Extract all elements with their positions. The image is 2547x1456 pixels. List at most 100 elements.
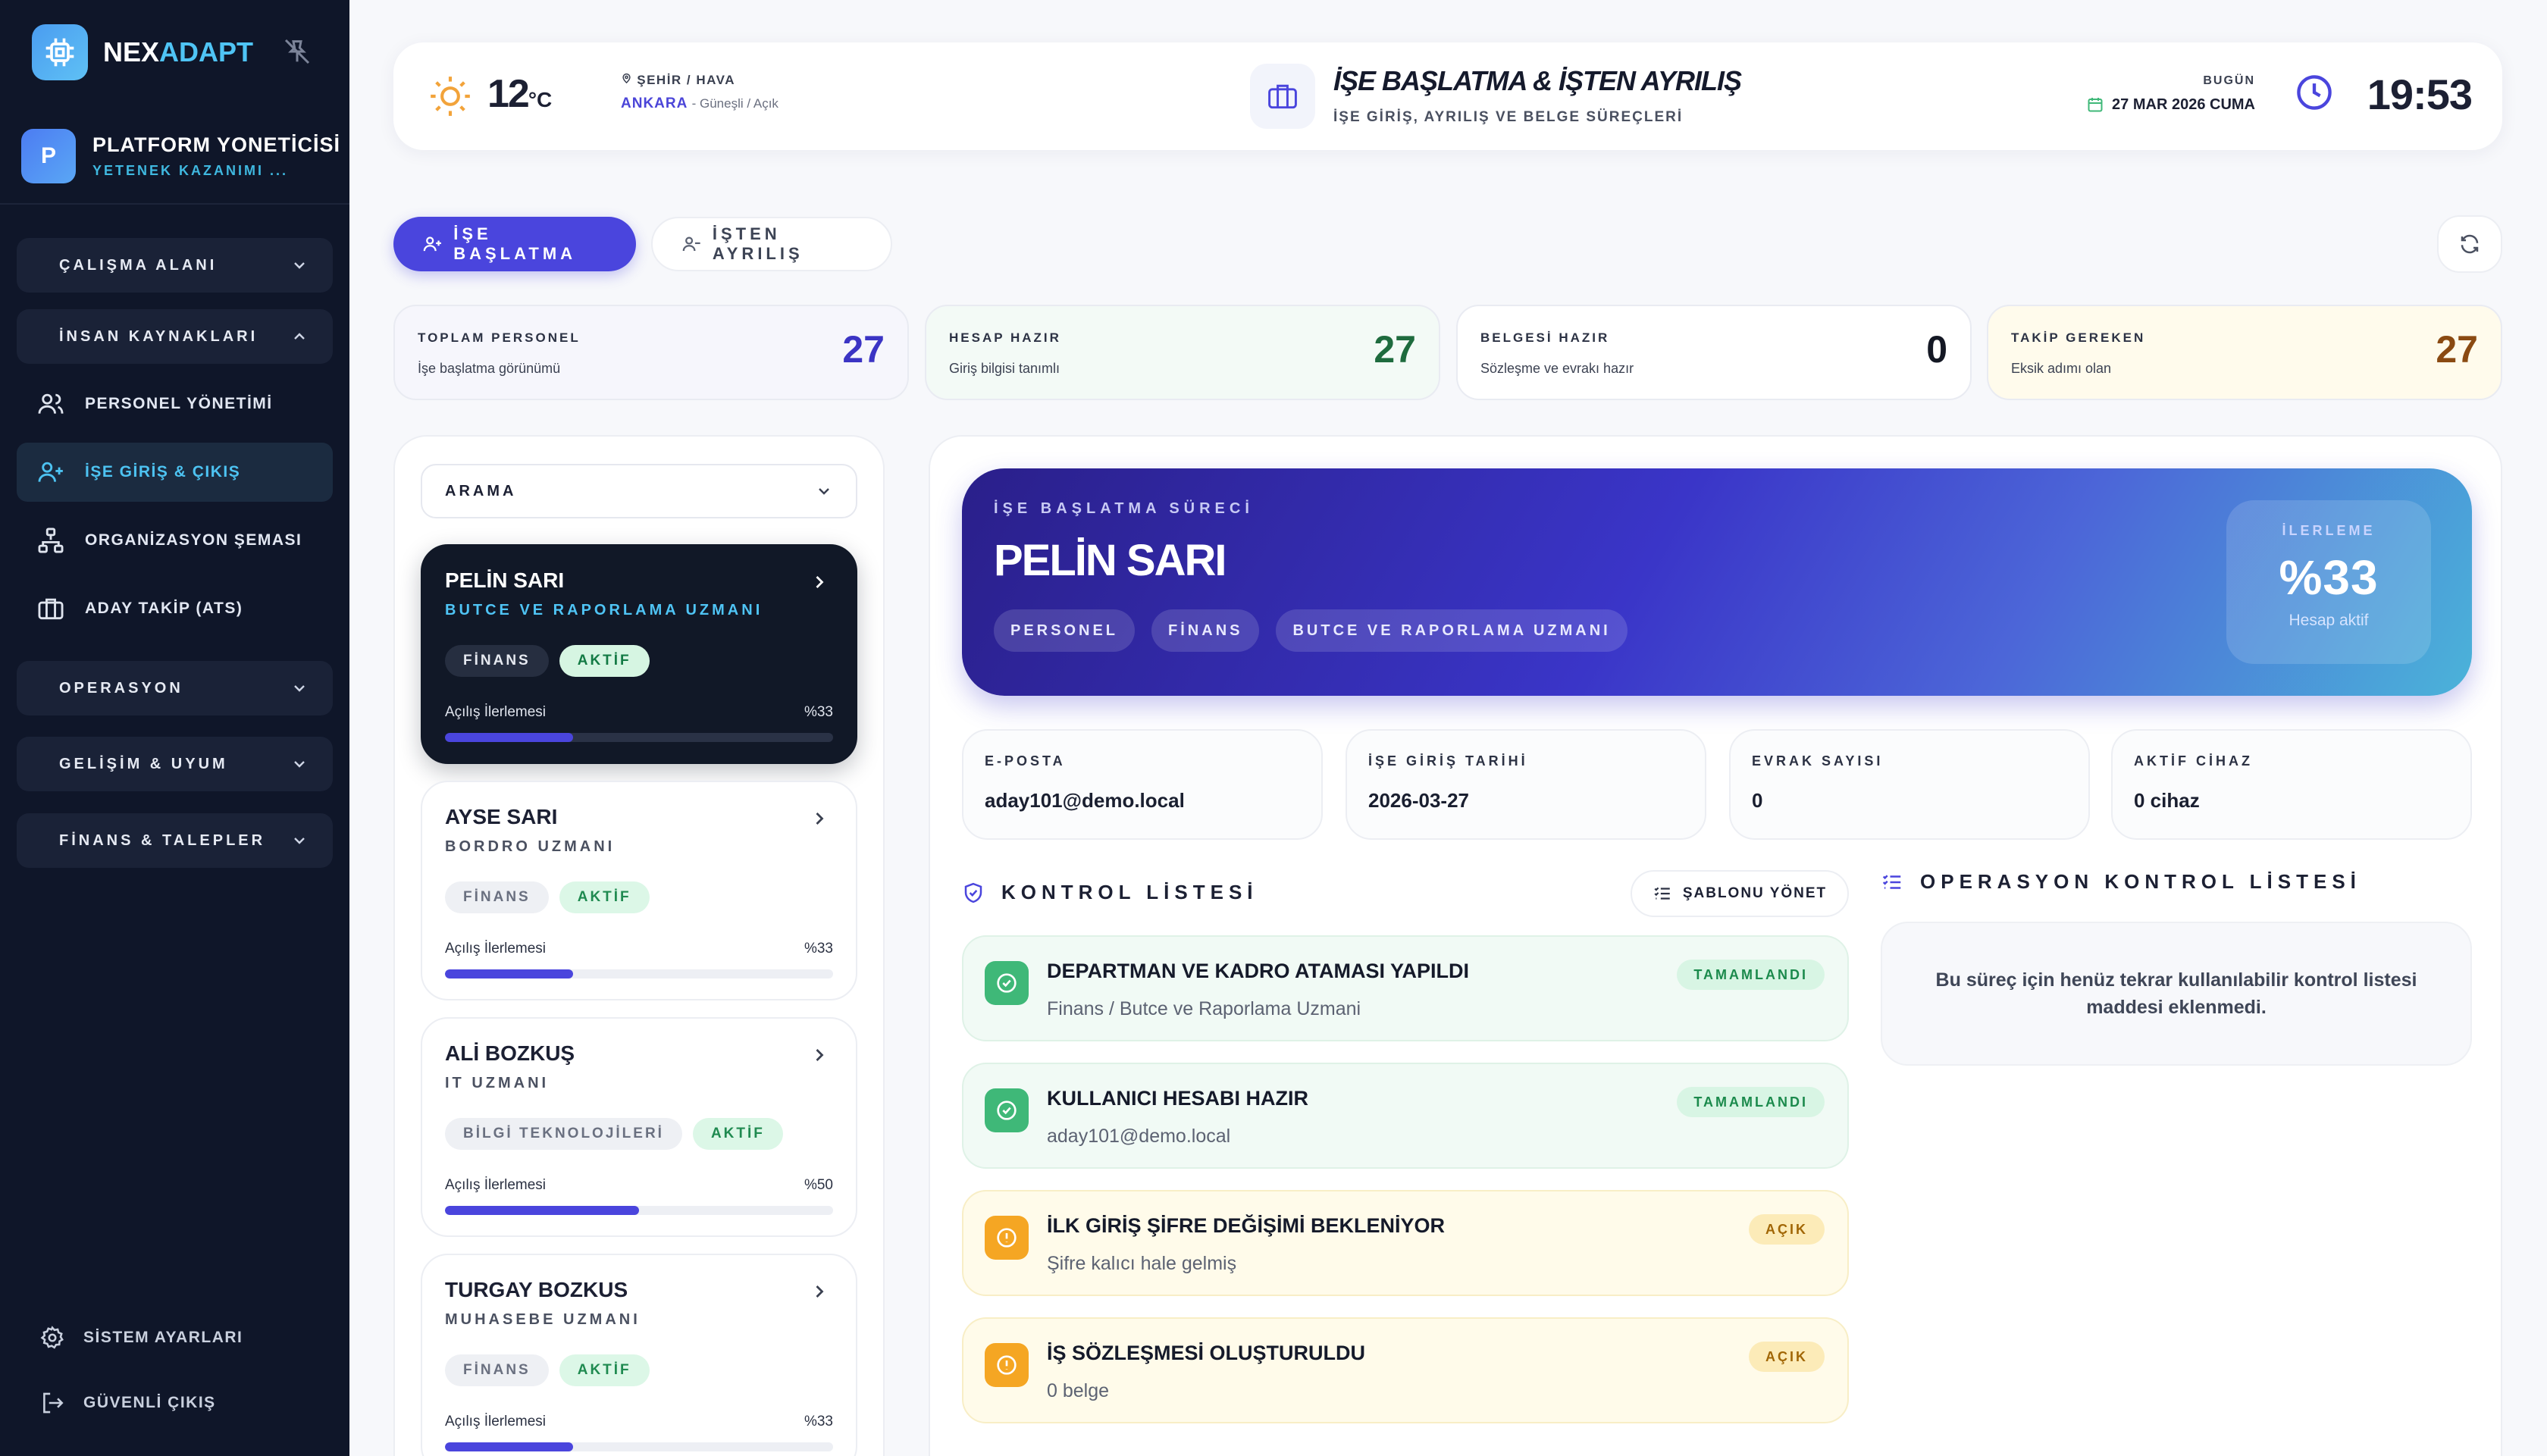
personnel-card[interactable]: PELİN SARI BUTCE VE RAPORLAMA UZMANI FİN…	[421, 544, 857, 764]
chevron-right-icon	[816, 1049, 824, 1061]
check-circle-icon	[985, 1088, 1029, 1132]
person-role: MUHASEBE UZMANI	[445, 1311, 641, 1328]
checklist-item-desc: Finans / Butce ve Raporlama Uzmani	[1047, 998, 1361, 1019]
sidebar-divider	[0, 203, 349, 205]
stat-label: BELGESİ HAZIR	[1480, 330, 1610, 345]
chevron-down-icon	[819, 488, 829, 495]
process-hero-card: İŞE BAŞLATMA SÜRECİ PELİN SARI PERSONEL …	[962, 468, 2472, 696]
settings-label: SİSTEM AYARLARI	[83, 1329, 243, 1346]
brand[interactable]: NEXADAPT	[32, 24, 253, 80]
refresh-button[interactable]	[2437, 215, 2502, 273]
section-label: GELİŞİM & UYUM	[59, 755, 228, 772]
progress-bar	[445, 1442, 833, 1451]
chevron-up-icon	[294, 333, 305, 340]
sidebar: NEXADAPT P PLATFORM YONETİCİSİ YETENEK K…	[0, 0, 349, 1456]
sidebar-item-personnel[interactable]: PERSONEL YÖNETİMİ	[17, 374, 333, 434]
person-full-name: PELİN SARI	[994, 536, 1227, 585]
operations-empty-state: Bu süreç için henüz tekrar kullanılabili…	[1881, 922, 2472, 1066]
sidebar-item-ats[interactable]: ADAY TAKİP (ATS)	[17, 579, 333, 638]
sidebar-section-hr[interactable]: İNSAN KAYNAKLARI	[17, 309, 333, 364]
location-value: ANKARA - Güneşli / Açık	[621, 96, 779, 111]
department-tag: BİLGİ TEKNOLOJİLERİ	[445, 1118, 682, 1150]
checklist-title: KONTROL LİSTESİ	[962, 881, 1258, 904]
status-badge: AÇIK	[1749, 1214, 1825, 1245]
brand-name: NEXADAPT	[103, 36, 254, 67]
chevron-down-icon	[294, 761, 305, 768]
stat-sub: Sözleşme ve evrakı hazır	[1480, 361, 1634, 376]
type-chip: PERSONEL	[994, 609, 1136, 652]
sidebar-section-finance[interactable]: FİNANS & TALEPLER	[17, 813, 333, 868]
personnel-card[interactable]: ALİ BOZKUŞ IT UZMANI BİLGİ TEKNOLOJİLERİ…	[421, 1017, 857, 1237]
stat-value: 27	[1374, 328, 1416, 371]
user-plus-icon	[423, 236, 441, 252]
refresh-icon	[2461, 234, 2479, 254]
checklist-item-desc: 0 belge	[1047, 1380, 1110, 1401]
personnel-card[interactable]: AYSE SARI BORDRO UZMANI FİNANS AKTİF Açı…	[421, 781, 857, 1000]
location-label: ŞEHİR / HAVA	[621, 73, 735, 88]
progress-bar	[445, 969, 833, 978]
info-label: E-POSTA	[985, 753, 1066, 769]
org-chart-icon	[38, 528, 64, 553]
chevron-down-icon	[294, 838, 305, 844]
user-subtitle: YETENEK KAZANIMI ...	[92, 163, 289, 178]
list-check-icon	[1882, 874, 1901, 889]
logout-label: GÜVENLİ ÇIKIŞ	[83, 1394, 216, 1411]
progress-label: Açılış İlerlemesi	[445, 1414, 547, 1429]
progress-bar	[445, 733, 833, 742]
unpin-icon[interactable]	[282, 36, 312, 67]
avatar: P	[21, 129, 76, 183]
progress-summary-sub: Hesap aktif	[2289, 612, 2369, 629]
tab-offboarding[interactable]: İŞTEN AYRILIŞ	[651, 217, 892, 271]
user-profile[interactable]: P PLATFORM YONETİCİSİ YETENEK KAZANIMI .…	[21, 129, 340, 183]
stat-label: HESAP HAZIR	[949, 330, 1061, 345]
progress-label: Açılış İlerlemesi	[445, 1177, 547, 1193]
logout-link[interactable]: GÜVENLİ ÇIKIŞ	[39, 1390, 216, 1416]
sidebar-item-onboarding[interactable]: İŞE GİRİŞ & ÇIKIŞ	[17, 443, 333, 502]
sun-icon	[431, 77, 470, 116]
sidebar-item-org-chart[interactable]: ORGANİZASYON ŞEMASI	[17, 511, 333, 570]
map-pin-icon	[622, 73, 631, 84]
briefcase-icon	[38, 598, 64, 620]
progress-summary: İLERLEME %33 Hesap aktif	[2226, 500, 2431, 664]
sidebar-item-label: PERSONEL YÖNETİMİ	[85, 395, 273, 412]
list-check-icon	[1654, 887, 1670, 900]
manage-template-button[interactable]: ŞABLONU YÖNET	[1631, 870, 1849, 917]
progress-bar	[445, 1206, 833, 1215]
tab-onboarding[interactable]: İŞE BAŞLATMA	[393, 217, 636, 271]
settings-link[interactable]: SİSTEM AYARLARI	[39, 1325, 243, 1351]
sidebar-section-development[interactable]: GELİŞİM & UYUM	[17, 737, 333, 791]
gear-icon	[40, 1326, 64, 1349]
info-label: İŞE GİRİŞ TARİHİ	[1368, 753, 1528, 769]
section-label: OPERASYON	[59, 679, 183, 697]
shield-check-icon	[964, 882, 982, 903]
person-role: BORDRO UZMANI	[445, 838, 616, 855]
logout-icon	[43, 1392, 64, 1414]
status-badge: TAMAMLANDI	[1677, 960, 1825, 990]
sidebar-section-workspace[interactable]: ÇALIŞMA ALANI	[17, 238, 333, 293]
stat-follow-up: TAKİP GEREKEN Eksik adımı olan 27	[1987, 305, 2502, 400]
department-tag: FİNANS	[445, 881, 549, 913]
checklist-item[interactable]: DEPARTMAN VE KADRO ATAMASI YAPILDI Finan…	[962, 935, 1849, 1041]
person-role: BUTCE VE RAPORLAMA UZMANI	[445, 602, 763, 618]
calendar-icon	[2088, 98, 2103, 112]
personnel-card[interactable]: TURGAY BOZKUS MUHASEBE UZMANI FİNANS AKT…	[421, 1254, 857, 1456]
progress-value: %33	[804, 704, 833, 720]
clock-time: 19:53	[2367, 70, 2473, 118]
search-dropdown[interactable]: ARAMA	[421, 464, 857, 518]
progress-value: %33	[804, 941, 833, 957]
briefcase-icon	[1268, 84, 1297, 109]
checklist-item-title: İLK GİRİŞ ŞİFRE DEĞİŞİMİ BEKLENİYOR	[1047, 1214, 1446, 1237]
sidebar-section-operations[interactable]: OPERASYON	[17, 661, 333, 715]
checklist-item[interactable]: İŞ SÖZLEŞMESİ OLUŞTURULDU 0 belge AÇIK	[962, 1317, 1849, 1423]
stat-label: TOPLAM PERSONEL	[418, 330, 581, 345]
stat-documents-ready: BELGESİ HAZIR Sözleşme ve evrakı hazır 0	[1456, 305, 1972, 400]
checklist-item[interactable]: İLK GİRİŞ ŞİFRE DEĞİŞİMİ BEKLENİYOR Şifr…	[962, 1190, 1849, 1296]
progress-fill	[445, 1442, 573, 1451]
person-name: TURGAY BOZKUS	[445, 1278, 628, 1301]
personnel-list-panel: ARAMA PELİN SARI BUTCE VE RAPORLAMA UZMA…	[393, 435, 885, 1456]
status-badge: AKTİF	[559, 881, 650, 913]
person-name: PELİN SARI	[445, 568, 565, 592]
alert-circle-icon	[985, 1343, 1029, 1387]
progress-value: %33	[804, 1414, 833, 1429]
checklist-item[interactable]: KULLANICI HESABI HAZIR aday101@demo.loca…	[962, 1063, 1849, 1169]
